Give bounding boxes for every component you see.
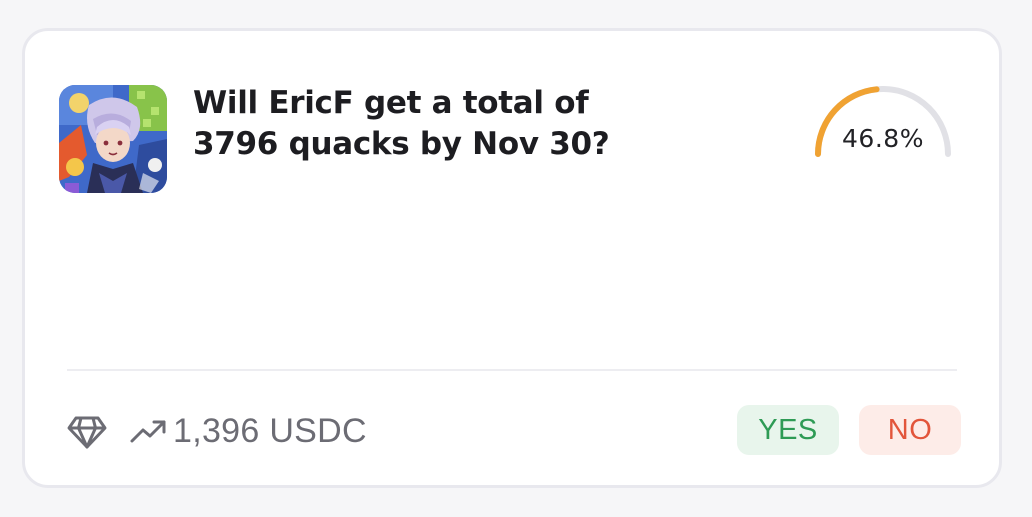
no-button[interactable]: NO bbox=[859, 405, 961, 455]
market-question[interactable]: Will EricF get a total of 3796 quacks by… bbox=[193, 83, 663, 165]
probability-value: 46.8% bbox=[842, 124, 924, 153]
trending-up-icon bbox=[130, 420, 166, 443]
probability-gauge: 46.8% bbox=[813, 83, 953, 163]
diamond-icon bbox=[67, 416, 107, 449]
market-thumbnail bbox=[59, 85, 167, 193]
volume-value: 1,396 USDC bbox=[173, 411, 367, 450]
card-divider bbox=[67, 369, 957, 371]
card-footer-stats: 1,396 USDC bbox=[67, 403, 367, 459]
market-card[interactable]: Will EricF get a total of 3796 quacks by… bbox=[22, 28, 1002, 488]
yes-button[interactable]: YES bbox=[737, 405, 839, 455]
